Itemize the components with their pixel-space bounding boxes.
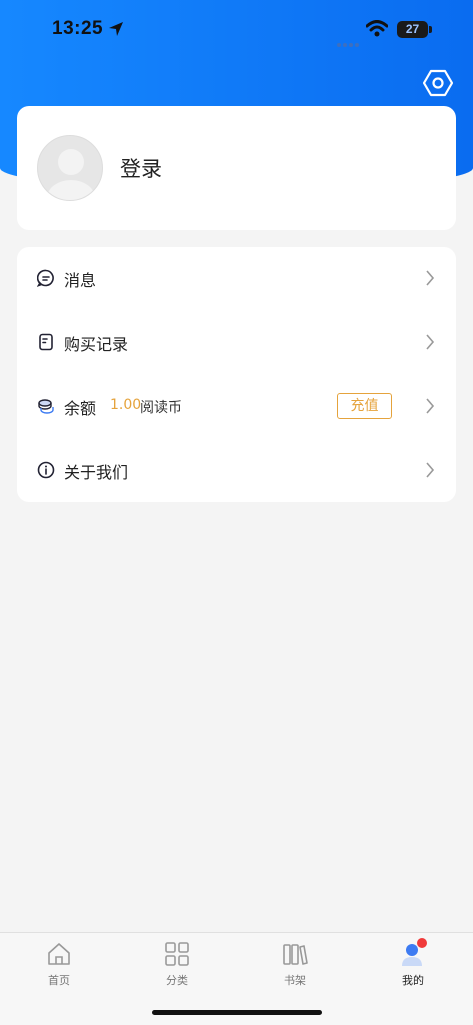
balance-amount: 1.00 [110,397,142,413]
menu-item-messages[interactable]: 消息 [17,247,456,311]
menu-item-balance[interactable]: 余额 1.00 阅读币 充值 [17,375,456,439]
chevron-right-icon [425,398,435,418]
status-bar: 13:25 27 [0,0,473,60]
menu-item-label: 关于我们 [64,463,129,482]
coins-icon [37,397,55,415]
location-arrow-icon [108,21,124,41]
tab-bookshelf[interactable]: 书架 [236,933,354,993]
home-indicator [152,1010,322,1015]
home-icon [46,941,72,967]
tab-home[interactable]: 首页 [0,933,118,993]
signal-dots-icon [336,33,360,52]
chevron-right-icon [425,334,435,354]
message-icon [36,269,55,287]
default-avatar-icon [47,149,95,200]
tab-label: 分类 [166,974,188,987]
battery-cap [429,26,432,33]
receipt-icon [37,333,55,351]
menu-item-purchase-history[interactable]: 购买记录 [17,311,456,375]
battery-indicator: 27 [397,21,428,38]
tab-category[interactable]: 分类 [118,933,236,993]
tab-label: 我的 [402,974,424,987]
tab-label: 首页 [48,974,70,987]
menu-item-about-us[interactable]: 关于我们 [17,439,456,503]
status-time: 13:25 [52,18,104,39]
menu-card: 消息 购买记录 余额 1.00 阅读币 充值 关于我们 [17,247,456,502]
bookshelf-icon [282,941,308,967]
profile-card[interactable]: 登录 [17,106,456,230]
profile-icon [400,938,427,967]
menu-item-label: 余额 [64,399,97,418]
info-icon [37,461,55,479]
balance-unit: 阅读币 [140,400,182,416]
avatar[interactable] [37,135,103,201]
recharge-button[interactable]: 充值 [337,393,392,419]
menu-item-label: 消息 [64,271,97,290]
menu-item-label: 购买记录 [64,335,129,354]
login-link[interactable]: 登录 [120,153,162,183]
settings-button[interactable] [422,67,454,99]
hexagon-settings-icon [423,69,453,97]
tab-mine[interactable]: 我的 [354,933,472,993]
chevron-right-icon [425,270,435,290]
chevron-right-icon [425,462,435,482]
tab-label: 书架 [284,974,306,987]
grid-icon [164,941,190,967]
wifi-icon [365,20,389,41]
